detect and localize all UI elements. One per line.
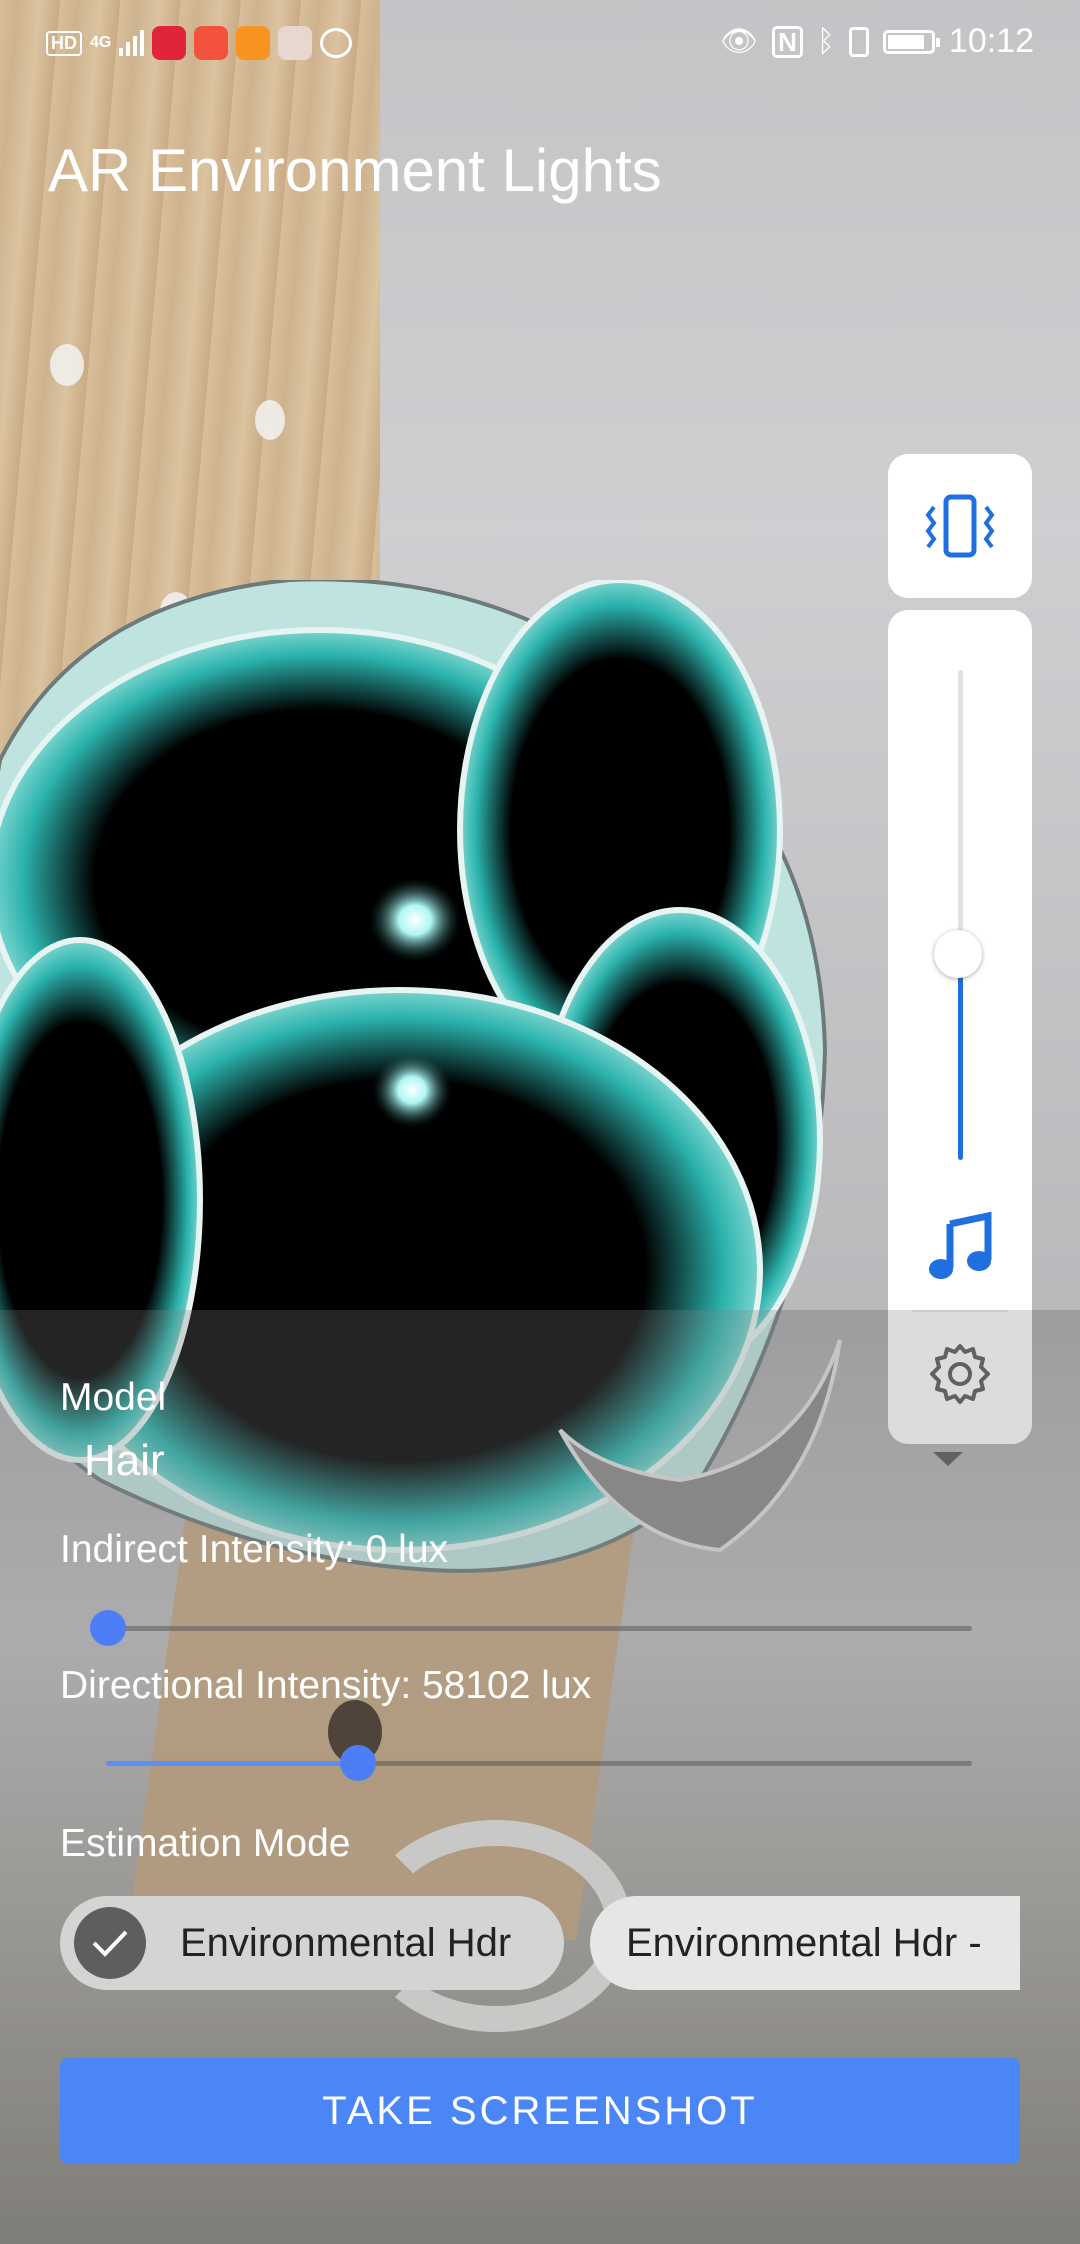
eye-icon: 👁 [720,25,759,58]
chip-environmental-hdr-alt[interactable]: Environmental Hdr - [590,1896,1020,1990]
screen: HD 4G 👁 N ᛒ 10:12 AR Environment Lights [0,0,1080,2244]
box-app-icon [278,26,313,60]
play-app-icon [236,26,271,60]
volume-slider-thumb[interactable] [934,930,982,978]
battery-icon [882,29,940,54]
status-right: 👁 N ᛒ 10:12 [720,22,1034,61]
signal-icon [119,30,145,56]
model-label: Model [60,1376,167,1419]
chip-label: Environmental Hdr [180,1920,512,1965]
status-left: HD 4G [46,26,353,60]
directional-intensity-thumb[interactable] [340,1745,376,1781]
indirect-intensity-thumb[interactable] [90,1610,126,1646]
music-note-icon[interactable] [924,1210,996,1282]
estimation-mode-label: Estimation Mode [60,1822,351,1865]
wechat-icon [320,28,353,58]
chip-label: Environmental Hdr - [626,1920,982,1965]
vibrate-icon [925,494,995,558]
take-screenshot-button[interactable]: TAKE SCREENSHOT [60,2058,1020,2164]
indirect-intensity-label: Indirect Intensity: 0 lux [60,1528,449,1571]
volume-slider-fill [958,955,963,1160]
bluetooth-icon: ᛒ [816,24,835,58]
directional-intensity-fill [106,1761,360,1766]
directional-intensity-label: Directional Intensity: 58102 lux [60,1664,592,1707]
video-app-icon [152,26,187,60]
hd-badge: HD [46,30,82,56]
ar-plane-dot [255,400,285,440]
indirect-intensity-slider[interactable] [106,1626,972,1631]
model-dropdown[interactable]: Hair [84,1436,165,1486]
ringer-mode-button[interactable] [888,454,1032,598]
chip-environmental-hdr[interactable]: Environmental Hdr [60,1896,564,1990]
app-title: AR Environment Lights [48,137,662,204]
news-app-icon [194,26,229,60]
clock: 10:12 [948,22,1034,60]
vibrate-icon [848,26,869,57]
ar-plane-dot [50,344,84,386]
check-icon [74,1907,146,1979]
status-bar: HD 4G 👁 N ᛒ 10:12 [0,0,1080,86]
network-label: 4G [90,34,112,51]
nfc-icon: N [772,25,803,58]
